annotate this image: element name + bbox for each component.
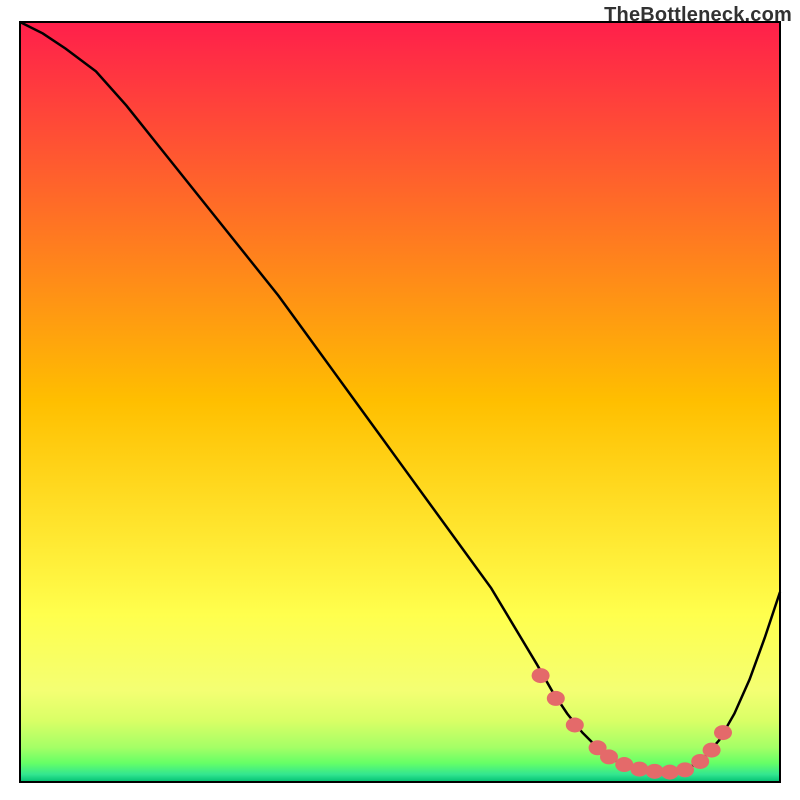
highlight-dot — [703, 743, 721, 758]
chart-container: TheBottleneck.com — [0, 0, 800, 800]
highlight-dot — [600, 749, 618, 764]
highlight-dot — [676, 762, 694, 777]
highlight-dot — [547, 691, 565, 706]
highlight-dot — [566, 718, 584, 733]
highlight-dot — [714, 725, 732, 740]
watermark-text: TheBottleneck.com — [604, 4, 792, 27]
plot-background — [20, 22, 780, 782]
highlight-dot — [661, 765, 679, 780]
highlight-dot — [532, 668, 550, 683]
highlight-dot — [630, 762, 648, 777]
bottleneck-chart — [0, 0, 800, 800]
